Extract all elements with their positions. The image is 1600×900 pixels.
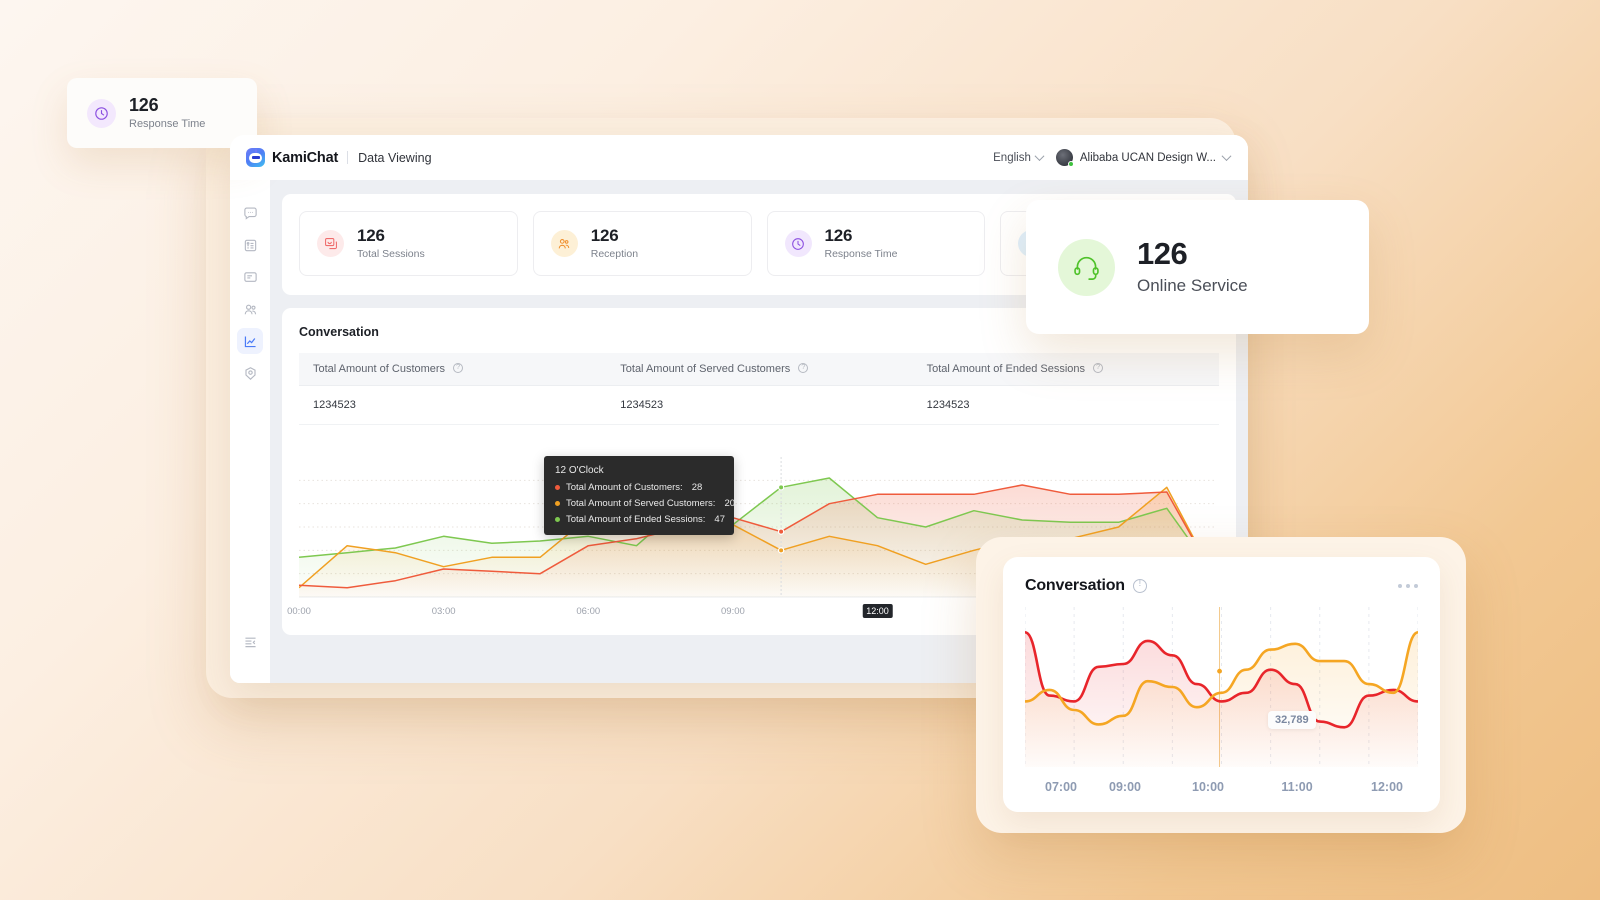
stat-card-reception[interactable]: 126 Reception (532, 211, 752, 276)
stat-label: Total Sessions (357, 248, 425, 261)
info-icon[interactable] (453, 362, 464, 373)
tablet-card-title: Conversation (1025, 577, 1125, 594)
online-service-text: 126 Online Service (1137, 238, 1248, 296)
sidebar-item-documents[interactable] (237, 232, 263, 258)
x-axis-tick: 06:00 (576, 606, 601, 617)
online-service-label: Online Service (1137, 276, 1248, 295)
tablet-chart-svg (1023, 585, 1420, 767)
sidebar-item-chat[interactable] (237, 200, 263, 226)
chart-tooltip: 12 O'Clock Total Amount of Customers: 28… (544, 456, 735, 535)
tooltip-label: Total Amount of Served Customers: (566, 498, 716, 509)
column-header-total-customers: Total Amount of Customers (299, 353, 607, 386)
x-axis-tick: 12:00 (862, 604, 893, 618)
app-header: KamiChat Data Viewing English Alibaba UC… (230, 135, 1248, 180)
sidebar-item-settings[interactable] (237, 360, 263, 386)
tablet-chart[interactable]: 32,789 (1023, 585, 1420, 772)
legend-dot (555, 501, 560, 506)
header-right-group: English Alibaba UCAN Design W... (993, 149, 1232, 167)
language-label: English (993, 151, 1031, 164)
header-divider (347, 151, 349, 164)
x-axis-tick: 11:00 (1281, 780, 1313, 794)
x-axis-tick: 09:00 (1109, 780, 1141, 794)
tooltip-label: Total Amount of Ended Sessions: (566, 514, 706, 525)
x-axis-tick: 10:00 (1192, 780, 1224, 794)
tooltip-value: 20 (724, 498, 736, 509)
tablet-chart-x-axis: 07:00 09:00 10:00 11:00 12:00 (1025, 780, 1418, 798)
table-header-row: Total Amount of Customers Total Amount o… (299, 353, 1219, 386)
sessions-icon (317, 230, 344, 257)
online-service-value: 126 (1137, 236, 1188, 271)
stat-label: Response Time (129, 118, 206, 131)
clock-icon (784, 230, 812, 257)
stat-value: 126 (824, 225, 853, 245)
stat-value: 126 (129, 94, 159, 115)
more-options-icon[interactable] (1397, 583, 1418, 589)
x-axis-tick: 12:00 (1371, 780, 1403, 794)
chevron-down-icon (1034, 151, 1045, 162)
stat-label: Reception (590, 248, 639, 261)
tooltip-row: Total Amount of Customers: 28 (555, 482, 723, 493)
info-icon[interactable] (798, 362, 809, 373)
tooltip-title: 12 O'Clock (555, 465, 604, 476)
sidebar-item-users[interactable] (237, 296, 263, 322)
sidebar (230, 180, 270, 683)
avatar (1055, 149, 1074, 167)
account-menu[interactable]: Alibaba UCAN Design W... (1055, 149, 1232, 167)
brand-name: KamiChat (272, 149, 339, 166)
tooltip-value: 47 (714, 514, 725, 525)
floating-response-time-card[interactable]: 126 Response Time (67, 78, 257, 148)
column-label: Total Amount of Ended Sessions (926, 363, 1086, 375)
clock-icon (87, 98, 116, 128)
brand[interactable]: KamiChat (246, 148, 338, 167)
stat-text-group: 126 Total Sessions (357, 225, 425, 261)
stat-card-response-time[interactable]: 126 Response Time (766, 211, 986, 276)
cell-total-customers: 1234523 (299, 385, 607, 425)
reception-icon (550, 230, 578, 257)
stat-text-group: 126 Reception (590, 225, 639, 261)
stat-value: 126 (590, 225, 619, 245)
tooltip-row: Total Amount of Served Customers: 20 (555, 498, 735, 509)
headset-icon (1058, 238, 1115, 296)
legend-dot (555, 485, 560, 490)
column-label: Total Amount of Customers (313, 363, 446, 375)
stat-card-total-sessions[interactable]: 126 Total Sessions (299, 211, 518, 276)
sidebar-item-analytics[interactable] (237, 328, 263, 354)
x-axis-tick: 03:00 (431, 606, 456, 617)
floating-online-service-card[interactable]: 126 Online Service (1026, 200, 1369, 334)
language-selector[interactable]: English (993, 151, 1045, 164)
tooltip-label: Total Amount of Customers: (566, 482, 683, 493)
info-icon[interactable] (1132, 578, 1147, 593)
sidebar-item-messages[interactable] (237, 264, 263, 290)
x-axis-tick: 09:00 (721, 606, 745, 617)
sidebar-collapse-button[interactable] (237, 629, 263, 655)
tablet-card-header: Conversation (1025, 577, 1418, 595)
table-row: 1234523 1234523 1234523 (299, 385, 1219, 425)
account-name: Alibaba UCAN Design W... (1079, 151, 1216, 164)
stat-label: Response Time (824, 248, 898, 261)
cell-ended-sessions: 1234523 (912, 385, 1219, 425)
page-title: Data Viewing (358, 150, 432, 165)
kamichat-logo-icon (246, 148, 265, 167)
chart-value-badge: 32,789 (1268, 711, 1316, 729)
conversation-table: Total Amount of Customers Total Amount o… (299, 353, 1219, 425)
legend-dot (555, 517, 560, 522)
chevron-down-icon (1221, 151, 1232, 162)
x-axis-tick: 00:00 (287, 606, 311, 617)
column-header-served-customers: Total Amount of Served Customers (606, 353, 913, 386)
column-header-ended-sessions: Total Amount of Ended Sessions (912, 353, 1219, 386)
tooltip-row: Total Amount of Ended Sessions: 47 (555, 514, 725, 525)
stat-value: 126 (357, 225, 385, 245)
column-label: Total Amount of Served Customers (620, 363, 791, 375)
floating-card-text: 126 Response Time (129, 94, 206, 131)
x-axis-tick: 07:00 (1045, 780, 1077, 794)
stat-text-group: 126 Response Time (824, 225, 898, 261)
cell-served-customers: 1234523 (606, 385, 913, 425)
tablet-conversation-card: Conversation 32,789 07:00 09:00 10:00 11:00… (1003, 557, 1440, 812)
info-icon[interactable] (1093, 362, 1104, 373)
tooltip-value: 28 (691, 482, 703, 493)
